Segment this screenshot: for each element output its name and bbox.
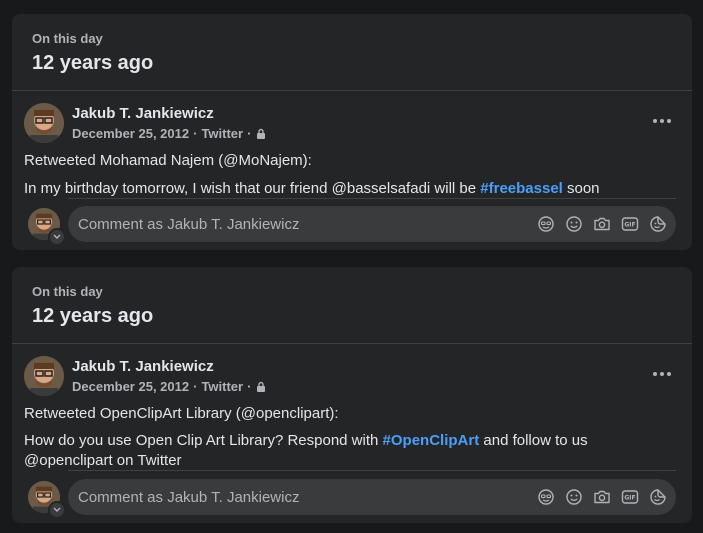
memory-years-ago: 12 years ago [32,305,154,327]
memory-header: On this day 12 years ago [12,267,692,344]
post-text: How do you use Open Clip Art Library? Re… [24,432,383,449]
camera-icon[interactable] [592,487,612,507]
memory-header: On this day 12 years ago [12,14,692,91]
comment-composer: GIF [24,479,676,519]
post-date[interactable]: December 25, 2012 [72,126,189,141]
hashtag-link[interactable]: #OpenClipArt [383,432,480,449]
gif-icon[interactable]: GIF [620,487,640,507]
memory-years-ago: 12 years ago [32,52,154,74]
camera-icon[interactable] [592,214,612,234]
avatar[interactable] [24,103,64,143]
post-author[interactable]: Jakub T. Jankiewicz [72,105,214,122]
more-options-icon[interactable] [650,362,674,386]
svg-text:GIF: GIF [624,222,635,229]
memory-card: On this day 12 years ago Jakub T. Jankie… [12,267,692,523]
post-text-line: How do you use Open Clip Art Library? Re… [24,431,680,451]
comment-tools: GIF [536,214,676,234]
svg-text:GIF: GIF [624,495,635,502]
divider [68,470,676,471]
memory-eyebrow: On this day [32,284,103,299]
post-text: In my birthday tomorrow, I wish that our… [24,180,481,197]
lock-icon[interactable] [255,128,267,140]
post-text: soon [562,180,600,197]
post-text-line: @openclipart on Twitter [24,452,182,469]
meta-separator: · [193,379,198,394]
emoji-icon[interactable] [564,214,584,234]
sticker-icon[interactable] [648,214,668,234]
post-source: Twitter [201,126,244,141]
comment-box: GIF [68,479,676,515]
post-text: and follow to us [479,432,588,449]
avatar[interactable] [24,356,64,396]
comment-input[interactable] [68,487,536,507]
comment-composer: GIF [24,206,676,246]
comment-tools: GIF [536,487,676,507]
divider [68,198,676,199]
chevron-down-icon[interactable] [48,228,66,246]
comment-box: GIF [68,206,676,242]
post-source: Twitter [201,379,244,394]
emoji-icon[interactable] [564,487,584,507]
post-text-line: Retweeted Mohamad Najem (@MoNajem): [24,152,312,169]
comment-input[interactable] [68,214,536,234]
avatar-sticker-icon[interactable] [536,487,556,507]
post-meta: December 25, 2012 · Twitter · [72,126,267,141]
avatar-sticker-icon[interactable] [536,214,556,234]
hashtag-link[interactable]: #freebassel [480,180,563,197]
meta-separator: · [247,379,252,394]
sticker-icon[interactable] [648,487,668,507]
memory-eyebrow: On this day [32,31,103,46]
post-text-line: Retweeted OpenClipArt Library (@openclip… [24,405,339,422]
post-text-line: In my birthday tomorrow, I wish that our… [24,179,680,199]
meta-separator: · [247,126,252,141]
post-author[interactable]: Jakub T. Jankiewicz [72,358,214,375]
more-options-icon[interactable] [650,109,674,133]
memory-card: On this day 12 years ago Jakub T. Jankie… [12,14,692,250]
post-date[interactable]: December 25, 2012 [72,379,189,394]
chevron-down-icon[interactable] [48,501,66,519]
post-meta: December 25, 2012 · Twitter · [72,379,267,394]
gif-icon[interactable]: GIF [620,214,640,234]
meta-separator: · [193,126,198,141]
lock-icon[interactable] [255,381,267,393]
